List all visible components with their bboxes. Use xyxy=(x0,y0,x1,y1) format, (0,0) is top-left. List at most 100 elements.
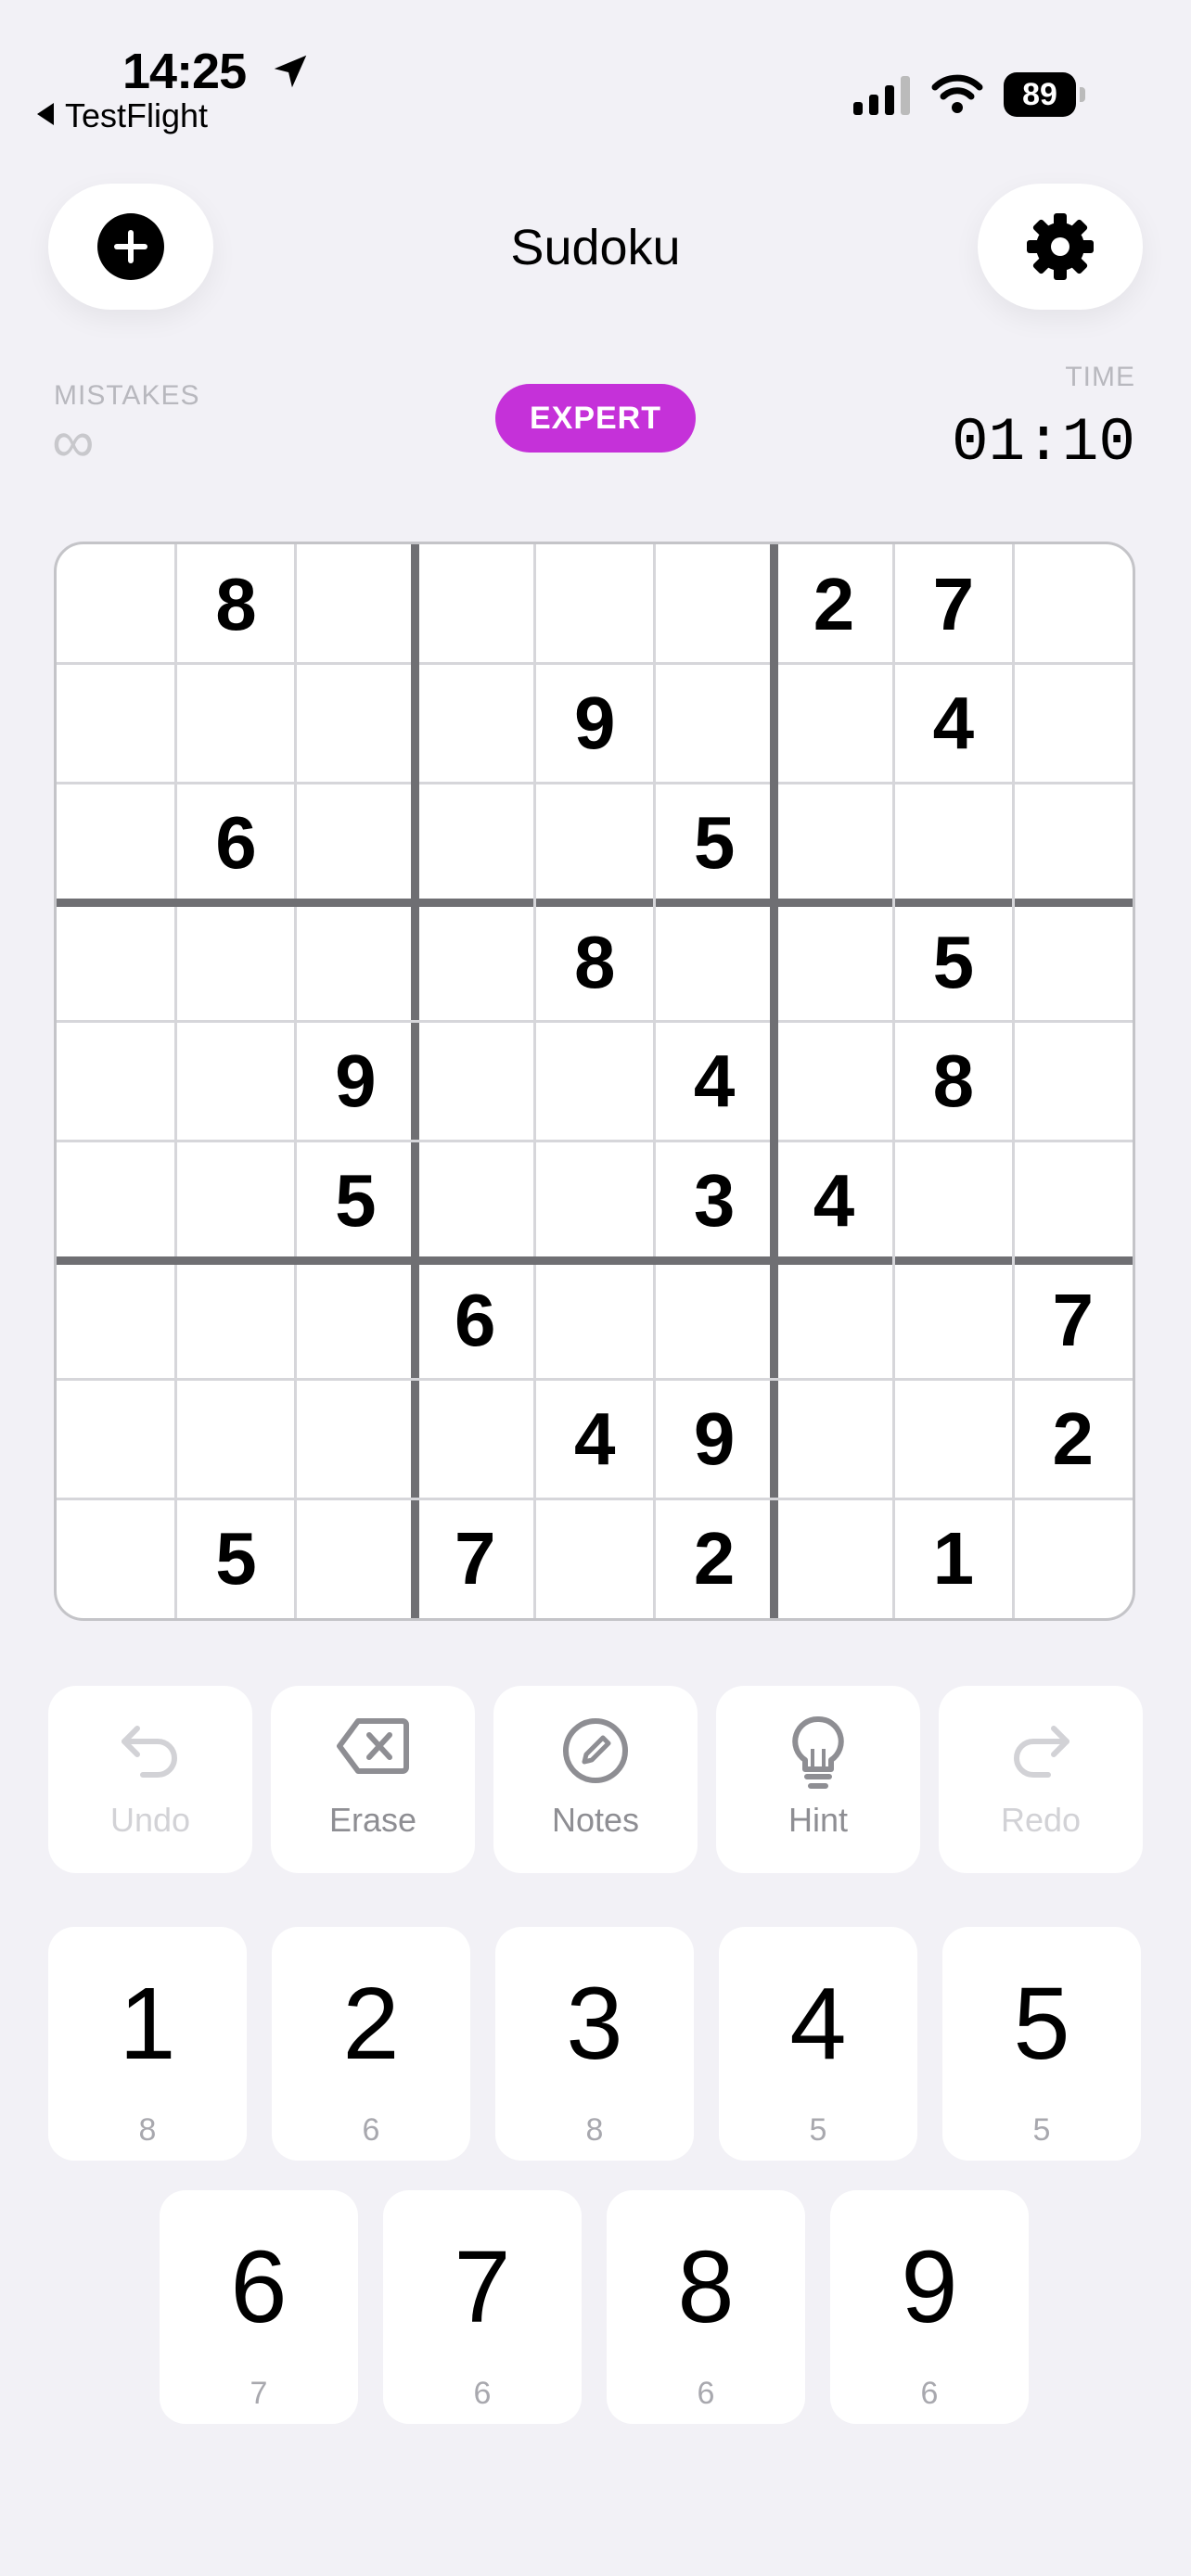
number-key-6[interactable]: 67 xyxy=(160,2190,358,2424)
board-cell[interactable] xyxy=(535,1498,655,1618)
number-key-8[interactable]: 86 xyxy=(607,2190,805,2424)
board-cell[interactable] xyxy=(57,1380,176,1499)
board-cell[interactable]: 3 xyxy=(654,1141,774,1260)
board-cell[interactable] xyxy=(1013,1498,1133,1618)
undo-button[interactable]: Undo xyxy=(48,1686,252,1873)
board-cell[interactable] xyxy=(57,1498,176,1618)
hint-button[interactable]: Hint xyxy=(716,1686,920,1873)
notes-button[interactable]: Notes xyxy=(493,1686,698,1873)
board-cell[interactable]: 5 xyxy=(654,783,774,902)
number-key-1[interactable]: 18 xyxy=(48,1927,247,2161)
board-cell[interactable] xyxy=(416,902,535,1022)
board-cell[interactable] xyxy=(296,1498,416,1618)
number-key-2[interactable]: 26 xyxy=(272,1927,470,2161)
board-cell[interactable] xyxy=(774,1260,893,1380)
board-cell[interactable]: 4 xyxy=(893,664,1013,784)
board-cell[interactable] xyxy=(416,1380,535,1499)
board-cell[interactable] xyxy=(296,783,416,902)
board-cell[interactable] xyxy=(535,1260,655,1380)
board-cell[interactable]: 4 xyxy=(535,1380,655,1499)
board-cell[interactable] xyxy=(654,544,774,664)
board-cell[interactable] xyxy=(176,902,296,1022)
board-cell[interactable] xyxy=(57,783,176,902)
board-cell[interactable]: 2 xyxy=(654,1498,774,1618)
board-cell[interactable]: 9 xyxy=(296,1022,416,1141)
board-cell[interactable] xyxy=(654,664,774,784)
board-cell[interactable]: 6 xyxy=(176,783,296,902)
board-cell[interactable] xyxy=(1013,544,1133,664)
board-cell[interactable] xyxy=(57,1141,176,1260)
board-cell[interactable] xyxy=(1013,783,1133,902)
board-cell[interactable] xyxy=(416,1022,535,1141)
board-cell[interactable]: 8 xyxy=(535,902,655,1022)
board-cell[interactable] xyxy=(416,783,535,902)
board-cell[interactable] xyxy=(774,783,893,902)
board-cell[interactable] xyxy=(535,783,655,902)
board-cell[interactable]: 1 xyxy=(893,1498,1013,1618)
board-cell[interactable] xyxy=(57,664,176,784)
board-cell[interactable] xyxy=(57,1260,176,1380)
redo-button[interactable]: Redo xyxy=(939,1686,1143,1873)
number-key-4[interactable]: 45 xyxy=(719,1927,917,2161)
board-cell[interactable] xyxy=(416,1141,535,1260)
board-cell[interactable] xyxy=(416,544,535,664)
board-cell[interactable] xyxy=(176,1022,296,1141)
board-cell[interactable] xyxy=(57,1022,176,1141)
board-cell[interactable] xyxy=(535,1141,655,1260)
board-cell[interactable] xyxy=(296,664,416,784)
erase-button[interactable]: Erase xyxy=(271,1686,475,1873)
board-cell[interactable] xyxy=(535,544,655,664)
board-cell[interactable] xyxy=(774,902,893,1022)
mistakes-label: MISTAKES xyxy=(54,380,200,411)
board-cell[interactable] xyxy=(57,544,176,664)
board-cell[interactable] xyxy=(176,664,296,784)
number-key-9[interactable]: 96 xyxy=(830,2190,1029,2424)
board-cell[interactable] xyxy=(774,664,893,784)
status-time: 14:25 xyxy=(122,44,247,99)
board-cell[interactable] xyxy=(893,783,1013,902)
board-cell[interactable] xyxy=(1013,1141,1133,1260)
board-cell[interactable] xyxy=(296,1260,416,1380)
board-cell[interactable]: 5 xyxy=(893,902,1013,1022)
board-cell[interactable]: 5 xyxy=(176,1498,296,1618)
board-cell[interactable]: 8 xyxy=(176,544,296,664)
board-cell[interactable] xyxy=(176,1380,296,1499)
board-cell[interactable]: 8 xyxy=(893,1022,1013,1141)
board-cell[interactable]: 4 xyxy=(774,1141,893,1260)
board-cell[interactable] xyxy=(774,1498,893,1618)
board-cell[interactable] xyxy=(1013,1022,1133,1141)
board-cell[interactable] xyxy=(654,1260,774,1380)
board-cell[interactable] xyxy=(1013,664,1133,784)
board-cell[interactable]: 2 xyxy=(1013,1380,1133,1499)
number-key-3[interactable]: 38 xyxy=(495,1927,694,2161)
board-cell[interactable] xyxy=(654,902,774,1022)
number-key-7[interactable]: 76 xyxy=(383,2190,582,2424)
board-cell[interactable]: 9 xyxy=(535,664,655,784)
board-cell[interactable] xyxy=(176,1260,296,1380)
board-cell[interactable] xyxy=(893,1141,1013,1260)
board-cell[interactable] xyxy=(296,1380,416,1499)
back-to-app-link[interactable]: TestFlight xyxy=(37,96,208,135)
board-cell[interactable]: 9 xyxy=(654,1380,774,1499)
board-cell[interactable] xyxy=(774,1380,893,1499)
settings-button[interactable] xyxy=(978,184,1143,310)
board-cell[interactable] xyxy=(893,1380,1013,1499)
board-cell[interactable]: 5 xyxy=(296,1141,416,1260)
board-cell[interactable] xyxy=(416,664,535,784)
board-cell[interactable] xyxy=(1013,902,1133,1022)
number-key-5[interactable]: 55 xyxy=(942,1927,1141,2161)
board-cell[interactable] xyxy=(893,1260,1013,1380)
board-cell[interactable] xyxy=(296,902,416,1022)
board-cell[interactable]: 4 xyxy=(654,1022,774,1141)
board-cell[interactable] xyxy=(57,902,176,1022)
board-cell[interactable] xyxy=(535,1022,655,1141)
board-cell[interactable]: 6 xyxy=(416,1260,535,1380)
board-cell[interactable]: 2 xyxy=(774,544,893,664)
board-cell[interactable]: 7 xyxy=(1013,1260,1133,1380)
board-cell[interactable] xyxy=(774,1022,893,1141)
board-cell[interactable]: 7 xyxy=(416,1498,535,1618)
time-label: TIME xyxy=(1065,362,1135,392)
board-cell[interactable] xyxy=(296,544,416,664)
board-cell[interactable]: 7 xyxy=(893,544,1013,664)
board-cell[interactable] xyxy=(176,1141,296,1260)
